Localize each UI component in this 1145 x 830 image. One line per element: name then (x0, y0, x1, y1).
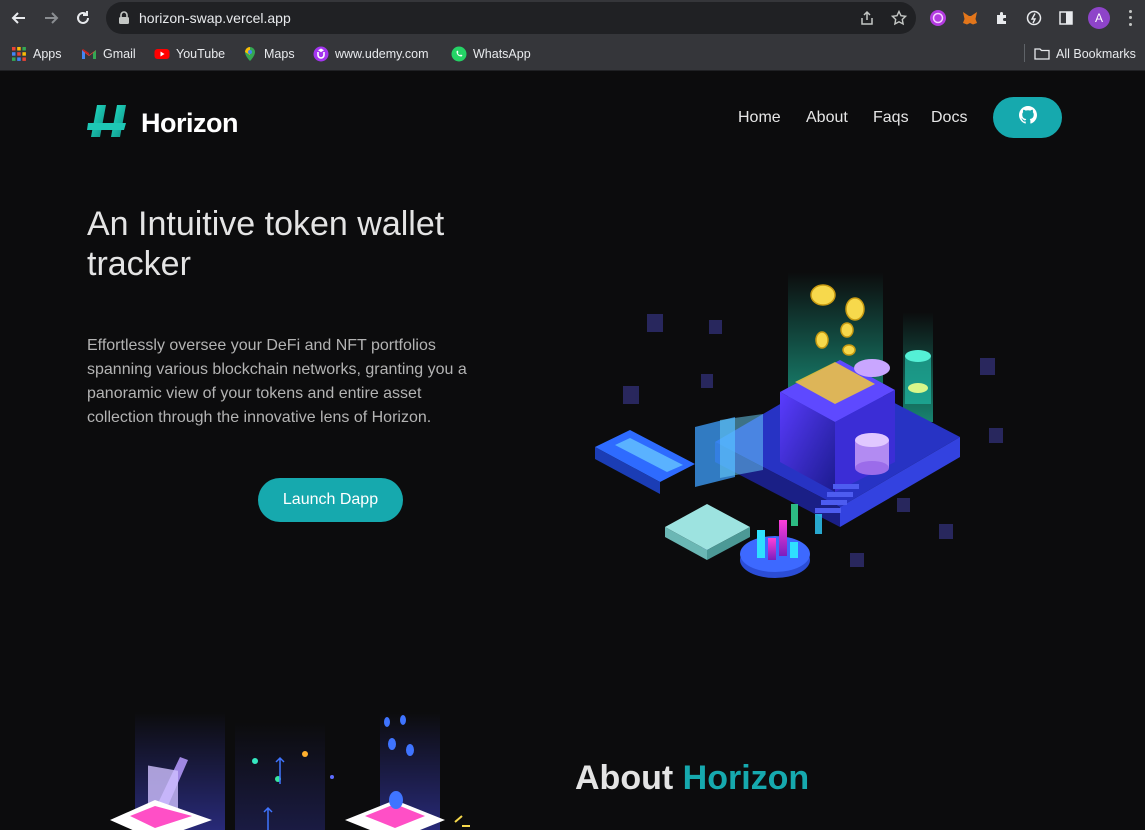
side-panel-icon[interactable] (1056, 8, 1076, 28)
metamask-icon[interactable] (960, 8, 980, 28)
bookmark-youtube[interactable]: YouTube (154, 45, 225, 63)
logo-text: Horizon (141, 108, 239, 138)
whatsapp-icon (451, 46, 467, 62)
extension-purple-icon[interactable] (928, 8, 948, 28)
puzzle-icon[interactable] (992, 8, 1012, 28)
about-title-accent: Horizon (682, 759, 810, 797)
bookmark-label: Gmail (103, 47, 136, 61)
horizon-logo-icon (87, 103, 133, 144)
forward-icon[interactable] (39, 6, 63, 30)
nav-home[interactable]: Home (738, 109, 781, 127)
nav-docs[interactable]: Docs (931, 109, 967, 127)
reload-icon[interactable] (71, 6, 95, 30)
maps-icon (242, 46, 258, 62)
address-bar[interactable]: horizon-swap.vercel.app (106, 2, 916, 34)
launch-dapp-button[interactable]: Launch Dapp (258, 478, 403, 522)
bookmark-maps[interactable]: Maps (242, 45, 295, 63)
about-illustration (110, 712, 470, 830)
about-title: About Horizon (575, 759, 809, 798)
page-content: Horizon Home About Faqs Docs An Intuitiv… (0, 72, 1145, 830)
url-text[interactable]: horizon-swap.vercel.app (139, 10, 291, 26)
menu-icon[interactable] (1122, 8, 1138, 28)
all-bookmarks-label: All Bookmarks (1056, 47, 1136, 61)
folder-icon (1034, 46, 1050, 62)
bookmark-whatsapp[interactable]: WhatsApp (451, 45, 531, 63)
bookmark-label: www.udemy.com (335, 47, 429, 61)
gmail-icon (81, 46, 97, 62)
bookmarks-bar: Apps Gmail YouTube Maps www.udemy.com Wh… (0, 36, 1145, 71)
bookmark-label: YouTube (176, 47, 226, 61)
profile-avatar[interactable]: A (1088, 7, 1110, 29)
share-icon[interactable] (859, 10, 875, 26)
nav-faqs[interactable]: Faqs (873, 109, 909, 127)
youtube-icon (154, 46, 170, 62)
all-bookmarks[interactable]: All Bookmarks (1034, 45, 1136, 63)
bookmark-apps[interactable]: Apps (11, 45, 62, 63)
bookmark-label: WhatsApp (473, 47, 531, 61)
github-button[interactable] (993, 97, 1062, 138)
udemy-icon (313, 46, 329, 62)
nav-about[interactable]: About (806, 109, 848, 127)
star-icon[interactable] (890, 9, 908, 26)
speed-icon[interactable] (1024, 8, 1044, 28)
hero-title: An Intuitive token wallet tracker (87, 205, 445, 283)
hero-illustration (595, 272, 1003, 578)
github-icon (1018, 106, 1037, 129)
about-title-prefix: About (575, 759, 683, 797)
bookmark-label: Apps (33, 47, 62, 61)
lock-icon[interactable] (118, 11, 130, 30)
browser-toolbar: horizon-swap.vercel.app A (0, 0, 1145, 36)
bookmark-udemy[interactable]: www.udemy.com (313, 45, 429, 63)
hero-description: Effortlessly oversee your DeFi and NFT p… (87, 337, 467, 426)
bookmark-label: Maps (264, 47, 295, 61)
bookmark-gmail[interactable]: Gmail (81, 45, 136, 63)
site-logo[interactable]: Horizon (87, 103, 239, 144)
back-icon[interactable] (7, 6, 31, 30)
apps-grid-icon (11, 46, 27, 62)
bookmarks-separator (1024, 44, 1025, 62)
